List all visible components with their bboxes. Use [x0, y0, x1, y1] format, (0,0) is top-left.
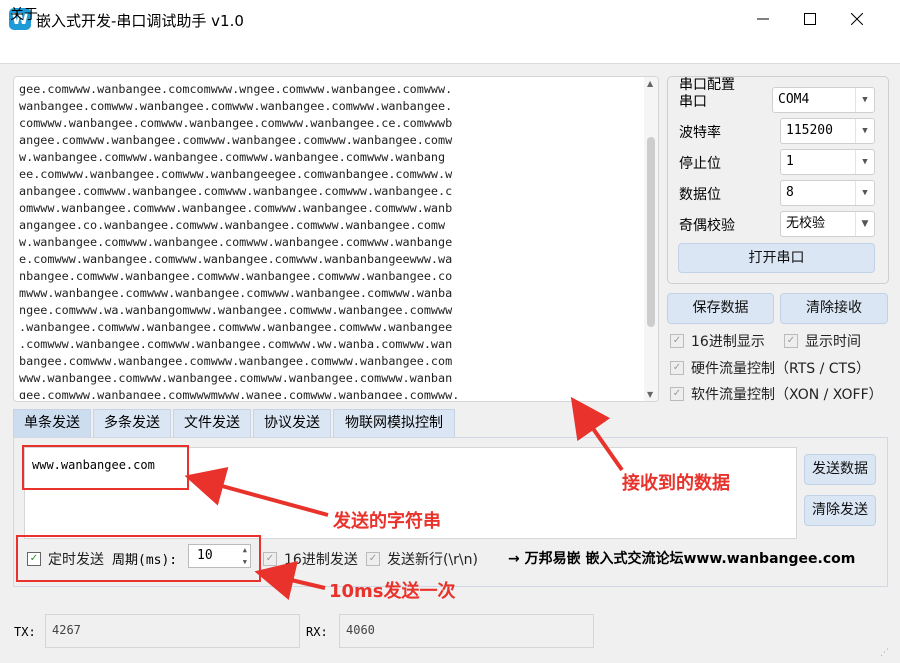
- received-annotation: 接收到的数据: [622, 473, 730, 494]
- sent-string-arrow: [184, 467, 329, 517]
- annotation-arrows: [184, 396, 624, 600]
- sent-string-annotation: 发送的字符串: [333, 511, 441, 532]
- interval-arrow: [254, 561, 326, 600]
- interval-annotation: 10ms发送一次: [329, 581, 456, 602]
- received-arrow: [570, 396, 624, 472]
